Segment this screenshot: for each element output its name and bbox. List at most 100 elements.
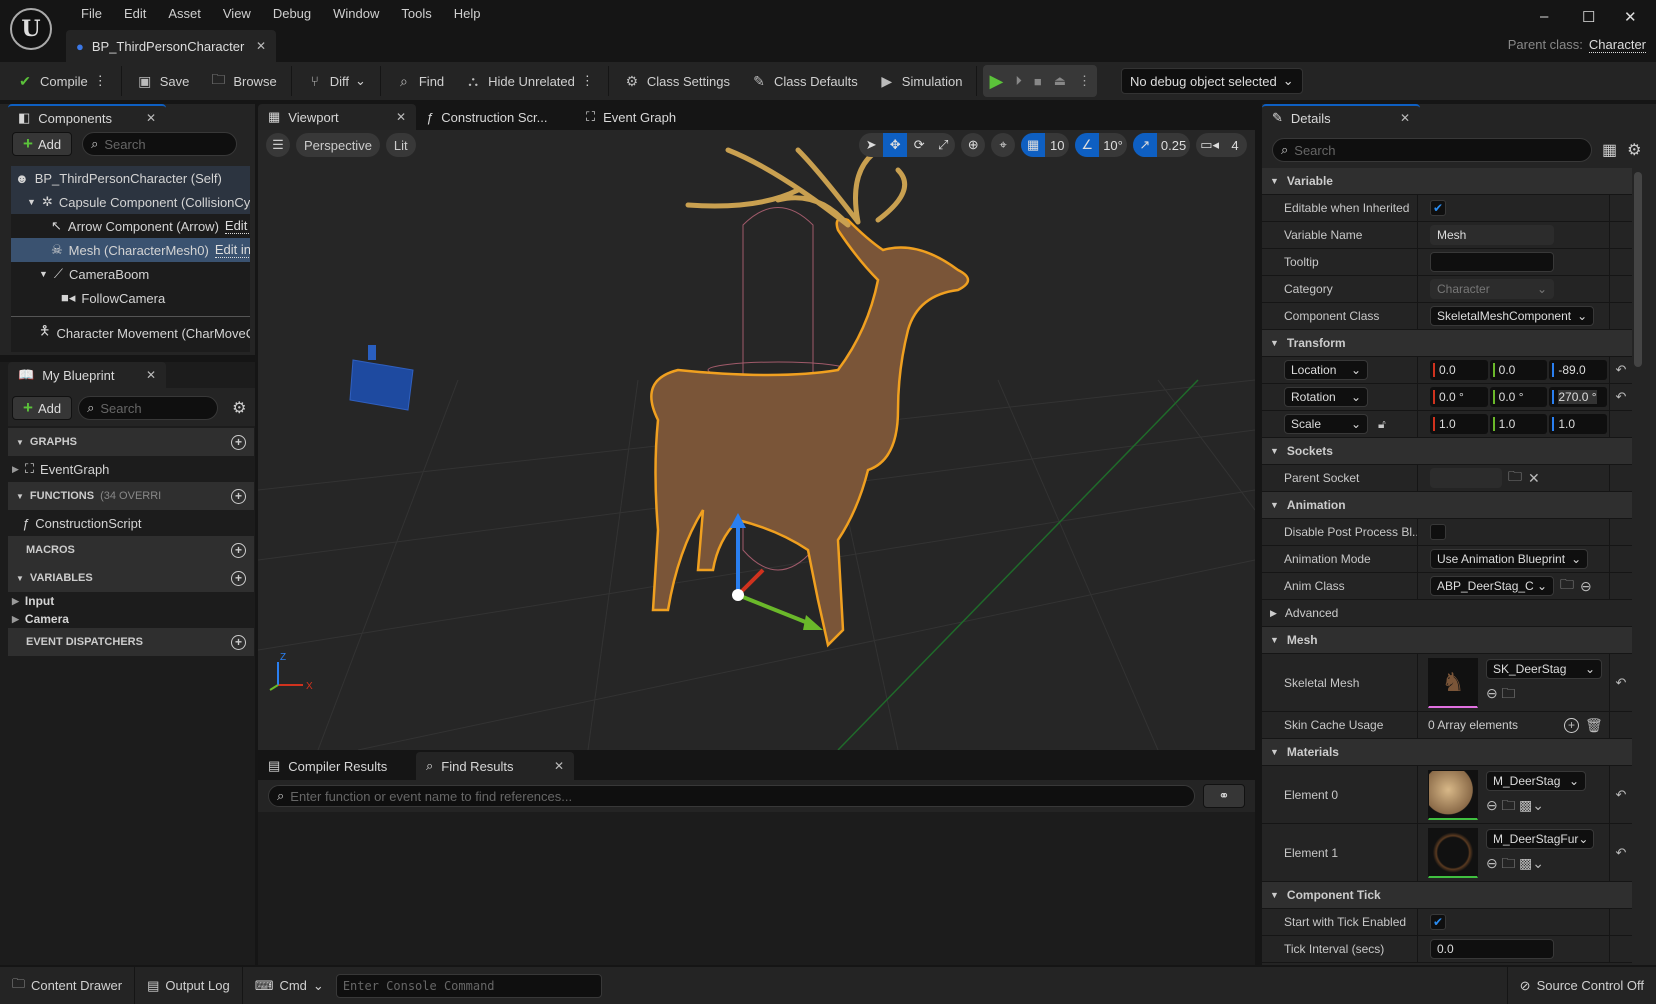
class-defaults-button[interactable]: ✎ Class Defaults bbox=[742, 66, 866, 96]
menu-window[interactable]: Window bbox=[322, 6, 390, 21]
category-select[interactable]: Character ⌄ bbox=[1430, 279, 1554, 299]
content-drawer-button[interactable]: 🗀 Content Drawer bbox=[0, 967, 136, 1004]
compile-button[interactable]: ✔ Compile ⋮ bbox=[8, 66, 115, 96]
add-circle-icon[interactable]: + bbox=[231, 542, 246, 558]
section-materials[interactable]: ▼ Materials bbox=[1262, 739, 1632, 766]
find-button[interactable]: ⌕ Find bbox=[387, 66, 452, 96]
section-advanced[interactable]: ▶ Advanced bbox=[1262, 600, 1632, 627]
tab-details[interactable]: ✎ Details ✕ bbox=[1262, 104, 1420, 130]
my-blueprint-search-input[interactable]: ⌕ Search bbox=[78, 396, 219, 420]
tab-viewport[interactable]: ▦ Viewport ✕ bbox=[258, 104, 416, 130]
tree-item-self[interactable]: ☻ BP_ThirdPersonCharacter (Self) bbox=[11, 166, 250, 190]
section-sockets[interactable]: ▼ Sockets bbox=[1262, 438, 1632, 465]
viewport[interactable]: X Z ☰ Perspective Lit ➤ ✥ ⟳ ⤢ ⊕ ⌖ ▦ 10 ∠ 10° … bbox=[258, 130, 1255, 750]
move-icon[interactable]: ✥ bbox=[883, 133, 908, 157]
section-variables[interactable]: ▼ VARIABLES + bbox=[8, 564, 254, 592]
diff-button[interactable]: ⑂ Diff ⌄ bbox=[298, 66, 374, 96]
reset-icon[interactable]: ↶ bbox=[1610, 824, 1632, 881]
section-animation[interactable]: ▼ Animation bbox=[1262, 492, 1632, 519]
scale-snap[interactable]: ↗ 0.25 bbox=[1132, 133, 1191, 157]
add-component-button[interactable]: + Add bbox=[12, 132, 73, 156]
table-view-icon[interactable]: ▦ bbox=[1602, 140, 1617, 160]
tree-item-arrow[interactable]: ↖ Arrow Component (Arrow) Edit in C++ bbox=[11, 214, 250, 238]
browse-folder-icon[interactable]: 🗀 bbox=[1508, 466, 1522, 490]
edit-in-cpp-link[interactable]: Edit in C++ bbox=[214, 242, 250, 258]
reset-icon[interactable]: ↶ bbox=[1610, 384, 1632, 410]
section-variable[interactable]: ▼ Variable bbox=[1262, 168, 1632, 195]
tree-item-mesh[interactable]: ☠ Mesh (CharacterMesh0) Edit in C++ bbox=[11, 238, 250, 262]
variable-name-input[interactable]: Mesh bbox=[1430, 225, 1554, 245]
lit-button[interactable]: Lit bbox=[385, 133, 416, 157]
stop-icon[interactable]: ■ bbox=[1034, 74, 1042, 89]
rotation-snap[interactable]: ∠ 10° bbox=[1075, 133, 1127, 157]
unlock-icon[interactable]: 🔓︎ bbox=[1378, 417, 1386, 432]
use-selected-icon[interactable]: ⊖ bbox=[1486, 855, 1498, 871]
debug-object-select[interactable]: No debug object selected ⌄ bbox=[1120, 68, 1303, 94]
tick-interval-input[interactable]: 0.0 bbox=[1430, 939, 1554, 959]
list-item-constructionscript[interactable]: ƒ ConstructionScript bbox=[8, 510, 254, 536]
perspective-button[interactable]: Perspective bbox=[296, 133, 380, 157]
reset-icon[interactable]: ↶ bbox=[1610, 766, 1632, 823]
rotate-icon[interactable]: ⟳ bbox=[907, 133, 931, 157]
menu-file[interactable]: File bbox=[70, 6, 113, 21]
source-control-button[interactable]: ⊘ Source Control Off bbox=[1506, 967, 1656, 1004]
save-button[interactable]: ▣ Save bbox=[128, 66, 198, 96]
add-circle-icon[interactable]: + bbox=[231, 570, 246, 586]
camera-speed[interactable]: ▭◂ 4 bbox=[1196, 133, 1247, 157]
add-button[interactable]: + Add bbox=[12, 396, 73, 420]
add-circle-icon[interactable]: + bbox=[231, 634, 246, 650]
section-macros[interactable]: MACROS + bbox=[8, 536, 254, 564]
gear-icon[interactable]: ⚙ bbox=[232, 398, 246, 418]
unreal-logo[interactable]: U bbox=[10, 8, 52, 50]
document-tab[interactable]: ● BP_ThirdPersonCharacter ✕ bbox=[66, 30, 276, 62]
tree-item-cameraboom[interactable]: ▼ ⟋ CameraBoom bbox=[11, 262, 250, 286]
components-search-input[interactable]: ⌕ Search bbox=[82, 132, 238, 156]
add-element-icon[interactable]: + bbox=[1564, 717, 1579, 733]
close-icon[interactable]: ✕ bbox=[1400, 111, 1410, 125]
maximize-button[interactable]: ☐ bbox=[1582, 8, 1595, 26]
cmd-select[interactable]: ⌨ Cmd ⌄ bbox=[243, 967, 336, 1004]
var-group-input[interactable]: ▶ Input bbox=[8, 592, 254, 610]
skeletal-mesh-select[interactable]: SK_DeerStag ⌄ bbox=[1486, 658, 1602, 679]
minimize-button[interactable]: – bbox=[1540, 8, 1548, 25]
eject-icon[interactable]: ⏏ bbox=[1054, 73, 1066, 89]
section-event-dispatchers[interactable]: EVENT DISPATCHERS + bbox=[8, 628, 254, 656]
tab-construction-script[interactable]: ƒ Construction Scr... bbox=[416, 104, 576, 130]
menu-tools[interactable]: Tools bbox=[390, 6, 442, 21]
tab-event-graph[interactable]: ⛶ Event Graph bbox=[576, 104, 686, 130]
trash-icon[interactable]: 🗑︎ bbox=[1585, 717, 1603, 734]
grid-snap[interactable]: ▦ 10 bbox=[1021, 133, 1070, 157]
use-selected-icon[interactable]: ⊖ bbox=[1486, 797, 1498, 813]
surface-snap-toggle[interactable]: ⌖ bbox=[991, 133, 1016, 157]
tab-components[interactable]: ◧ Components ✕ bbox=[8, 104, 166, 130]
browse-folder-icon[interactable]: 🗀 bbox=[1501, 855, 1515, 871]
section-functions[interactable]: ▼ FUNCTIONS (34 OVERRI + bbox=[8, 482, 254, 510]
rotation-x-input[interactable]: 0.0 ° bbox=[1430, 387, 1488, 407]
scale-y-input[interactable]: 1.0 bbox=[1489, 414, 1548, 434]
class-settings-button[interactable]: ⚙ Class Settings bbox=[615, 66, 738, 96]
menu-edit[interactable]: Edit bbox=[113, 6, 157, 21]
component-class-select[interactable]: SkeletalMeshComponent ⌄ bbox=[1430, 306, 1595, 326]
override-count[interactable]: (34 OVERRI bbox=[100, 490, 161, 502]
section-graphs[interactable]: ▼ GRAPHS + bbox=[8, 428, 254, 456]
details-search-input[interactable]: ⌕ Search bbox=[1272, 138, 1592, 162]
section-mesh[interactable]: ▼ Mesh bbox=[1262, 627, 1632, 654]
add-circle-icon[interactable]: + bbox=[231, 434, 246, 450]
material-select[interactable]: M_DeerStagFur ⌄ bbox=[1486, 828, 1594, 849]
location-y-input[interactable]: 0.0 bbox=[1489, 360, 1548, 380]
add-circle-icon[interactable]: + bbox=[231, 488, 246, 504]
tab-compiler-results[interactable]: ▤ Compiler Results bbox=[258, 753, 416, 779]
browse-folder-icon[interactable]: 🗀 bbox=[1501, 685, 1515, 701]
editable-checkbox[interactable]: ✔ bbox=[1430, 200, 1446, 216]
gear-icon[interactable]: ⚙ bbox=[1627, 140, 1641, 160]
close-icon[interactable]: ✕ bbox=[146, 111, 156, 125]
material-thumbnail[interactable] bbox=[1428, 827, 1478, 878]
tree-item-followcamera[interactable]: ■◂ FollowCamera bbox=[11, 286, 250, 310]
scale-mode-select[interactable]: Scale ⌄ bbox=[1284, 414, 1368, 434]
parent-class-link[interactable]: Character bbox=[1588, 37, 1646, 53]
menu-asset[interactable]: Asset bbox=[157, 6, 212, 21]
more-options-icon[interactable]: ⋮ bbox=[94, 73, 107, 89]
tab-find-results[interactable]: ⌕ Find Results ✕ bbox=[416, 752, 574, 780]
edit-in-cpp-link[interactable]: Edit in C++ bbox=[224, 218, 250, 234]
menu-debug[interactable]: Debug bbox=[262, 6, 322, 21]
